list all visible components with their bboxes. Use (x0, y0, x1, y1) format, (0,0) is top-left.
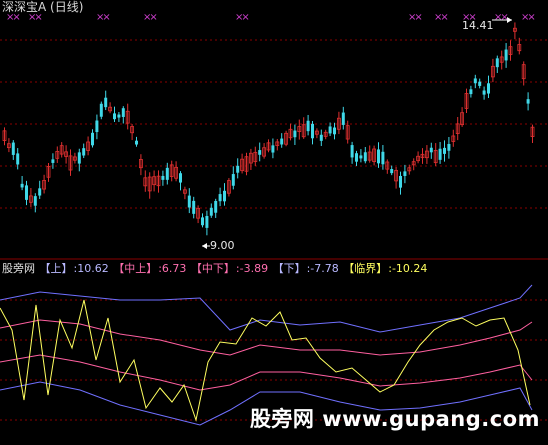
price-grid (0, 39, 548, 209)
candle-body (161, 175, 165, 180)
candle-body (443, 147, 446, 154)
candle-body (293, 130, 297, 138)
candle-body (135, 140, 138, 145)
candle-body (25, 185, 28, 200)
candle-body (306, 120, 310, 132)
candle-body (201, 217, 204, 226)
candle-body (377, 149, 380, 164)
signal-mark: ×× (235, 12, 250, 23)
candle-body (113, 113, 116, 120)
candle-body (487, 83, 490, 94)
candle-body (495, 58, 499, 68)
signal-mark: ×× (408, 12, 423, 23)
candle-body (236, 165, 240, 173)
candle-body (482, 90, 486, 95)
candle-body (104, 97, 108, 108)
low-price-label: 9.00 (210, 239, 235, 252)
watermark: 股旁网 www.gupang.com (249, 407, 540, 431)
candle-body (328, 126, 332, 134)
legend-mid-upper-label: 【中上】 (113, 262, 158, 275)
candle-body (16, 153, 20, 165)
candle-body (341, 112, 345, 125)
candle-body (359, 155, 363, 159)
candle-body (447, 143, 451, 151)
candle-body (205, 215, 209, 228)
candle-body (20, 183, 24, 188)
signal-mark: ×× (521, 12, 536, 23)
candle-body (209, 207, 213, 216)
mid-upper-band-line (0, 319, 533, 356)
candle-body (381, 151, 385, 165)
candle-body (258, 150, 262, 155)
candle-body (187, 195, 191, 208)
critical-line (0, 299, 531, 422)
candle-body (192, 200, 196, 214)
candle-body (231, 174, 235, 186)
candle-body (33, 196, 37, 206)
candle-body (333, 127, 336, 135)
legend-critical-label: 【临界】 (343, 262, 388, 275)
candle-body (478, 81, 482, 86)
candle-body (121, 108, 125, 117)
candle-body (91, 132, 94, 146)
candle-body (165, 167, 169, 180)
legend-lower-label: 【下】 (272, 262, 306, 275)
candle-body (390, 169, 394, 174)
candle-body (311, 123, 314, 139)
candle-body (11, 142, 15, 155)
candle-body (179, 173, 182, 183)
low-arrow-head (202, 243, 207, 249)
candle-body (214, 200, 218, 213)
candle-body (355, 153, 358, 162)
candle-body (350, 145, 354, 158)
candle-body (429, 147, 433, 153)
candle-body (99, 103, 103, 117)
candle-body (469, 89, 473, 95)
legend-mid-lower-value: :-3.89 (235, 262, 269, 275)
candle-body (95, 120, 99, 133)
signal-mark: ×× (143, 12, 158, 23)
candle-body (399, 175, 402, 188)
signal-mark: ×× (6, 12, 21, 23)
indicator-legend: 股旁网 【上】:10.62 【中上】:6.73 【中下】:-3.89 【下】:-… (2, 262, 428, 275)
legend-upper-value: :10.62 (73, 262, 109, 275)
candle-body (403, 171, 407, 176)
legend-critical-value: :-10.24 (388, 262, 428, 275)
high-price-label: 14.41 (462, 19, 494, 32)
candle-body (504, 49, 508, 61)
chart-canvas (0, 17, 548, 426)
candle-body (38, 188, 42, 196)
signal-mark: ×× (434, 12, 449, 23)
upper-band-line (0, 284, 533, 333)
candle-body (82, 148, 86, 156)
high-arrow-head (507, 17, 512, 23)
candle-body (117, 114, 121, 118)
candlestick-series (2, 22, 535, 236)
candle-body (526, 99, 530, 104)
mid-lower-band-line (0, 354, 533, 391)
candle-body (218, 194, 222, 202)
candle-body (438, 148, 442, 160)
candle-body (77, 152, 81, 164)
legend-upper-label: 【上】 (39, 262, 73, 275)
candle-body (51, 159, 55, 163)
extreme-markers (202, 17, 512, 249)
signal-mark: ×× (96, 12, 111, 23)
candle-body (223, 190, 226, 202)
candle-body (363, 152, 367, 162)
candle-body (473, 78, 477, 84)
legend-mid-lower-label: 【中下】 (190, 262, 235, 275)
legend-lower-value: :-7.78 (306, 262, 339, 275)
signal-mark: ×× (494, 12, 509, 23)
candle-body (319, 134, 323, 141)
legend-mid-upper-value: :6.73 (158, 262, 187, 275)
indicator-name: 股旁网 (2, 262, 35, 275)
candle-body (271, 145, 275, 153)
signal-mark: ×× (28, 12, 43, 23)
candle-body (280, 138, 284, 145)
